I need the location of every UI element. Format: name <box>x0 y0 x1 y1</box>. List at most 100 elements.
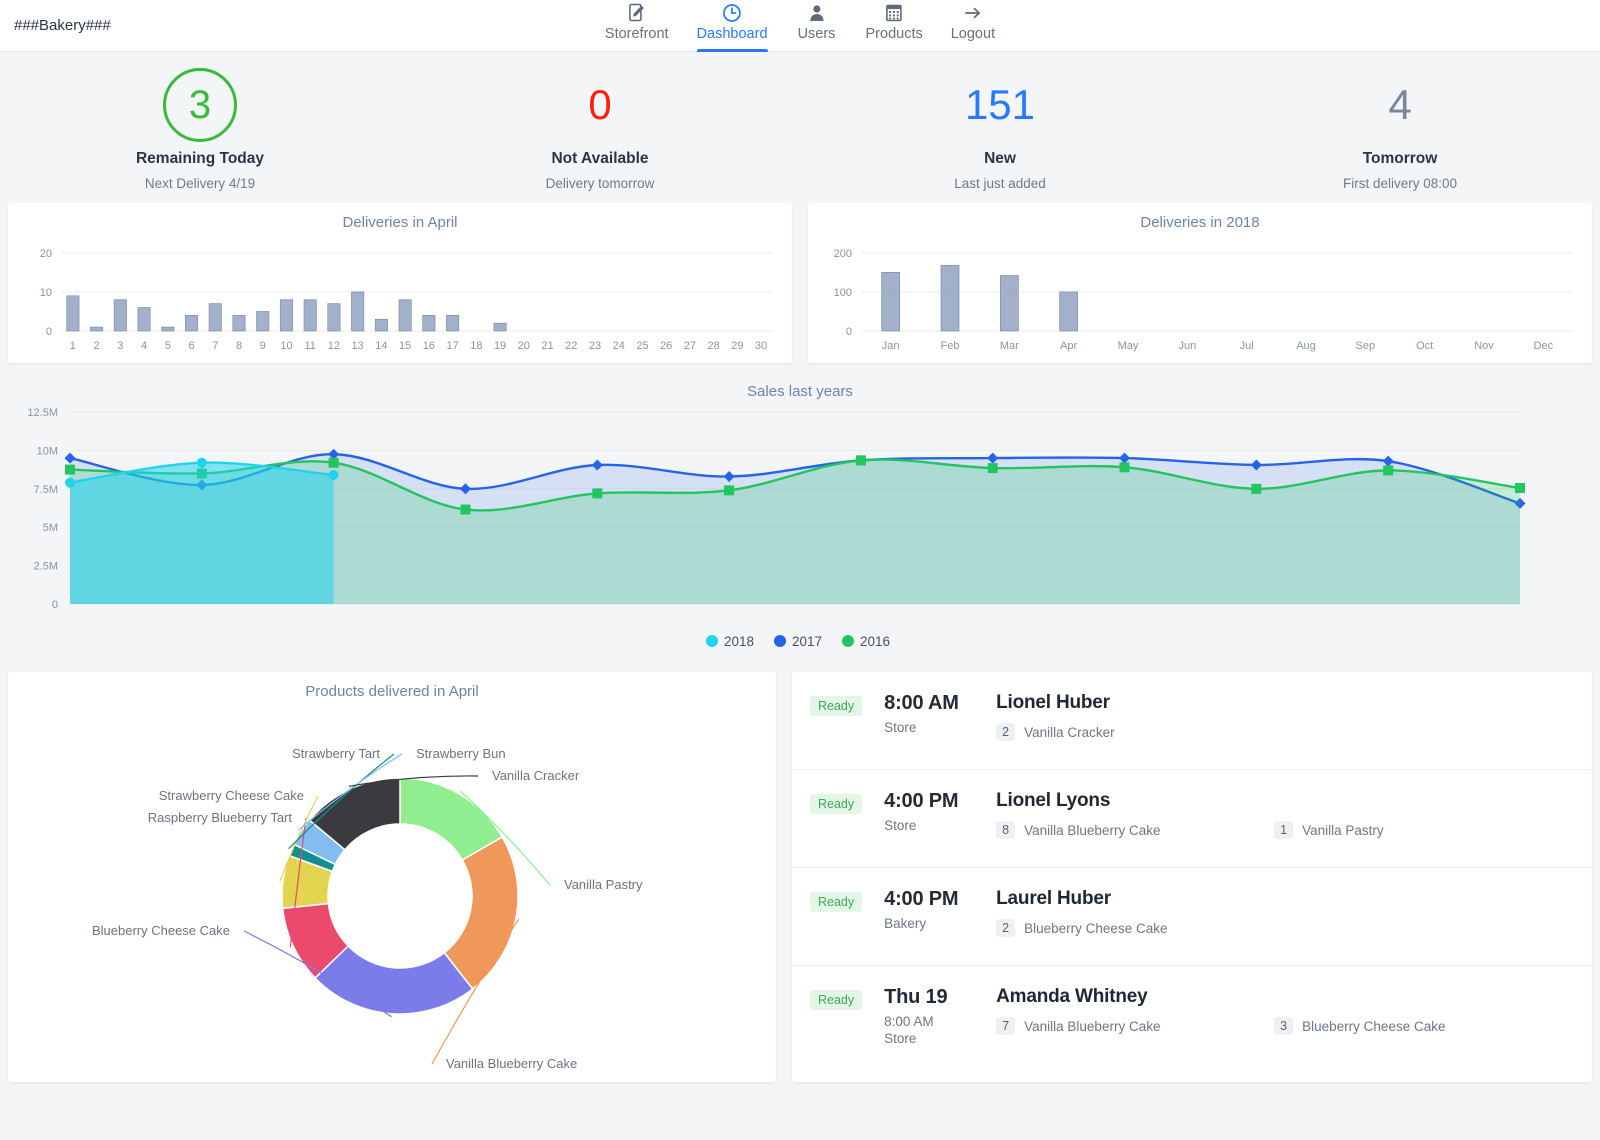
svg-text:1: 1 <box>70 340 76 352</box>
nav-item-logout[interactable]: Logout <box>937 0 1009 52</box>
donut-label: Blueberry Cheese Cake <box>92 923 230 938</box>
svg-text:0: 0 <box>846 326 852 338</box>
customer-name: Lionel Lyons <box>996 790 1574 812</box>
svg-text:0: 0 <box>52 599 58 611</box>
clock-icon <box>722 3 742 23</box>
brand-logo[interactable]: ###Bakery### <box>14 17 111 34</box>
nav-item-products[interactable]: Products <box>852 0 937 52</box>
delivery-time: Thu 19 <box>884 986 996 1009</box>
edit-icon <box>627 3 647 23</box>
stats-row: 3Remaining TodayNext Delivery 4/190Not A… <box>0 52 1600 203</box>
stat-subtitle: Last just added <box>800 176 1200 191</box>
donut-label: Raspberry Blueberry Tart <box>148 810 293 825</box>
svg-text:12.5M: 12.5M <box>27 407 58 419</box>
delivery-row[interactable]: Ready 8:00 AM StoreLionel Huber 2Vanilla Cr… <box>792 672 1592 770</box>
delivery-item: 1 Vanilla Pastry <box>1274 821 1552 839</box>
item-product: Vanilla Pastry <box>1302 823 1384 838</box>
item-quantity: 7 <box>996 1017 1015 1035</box>
svg-text:9: 9 <box>260 340 266 352</box>
legend-swatch <box>774 635 786 647</box>
item-quantity: 1 <box>1274 821 1293 839</box>
svg-text:Aug: Aug <box>1296 340 1316 352</box>
status-badge: Ready <box>810 696 862 716</box>
deliveries-april-card: Deliveries in April 01020123456789101112… <box>8 203 792 363</box>
deliveries-2018-card: Deliveries in 2018 0100200JanFebMarAprMa… <box>808 203 1592 363</box>
stat-title: New <box>800 150 1200 168</box>
svg-text:100: 100 <box>834 287 852 299</box>
svg-text:8: 8 <box>236 340 242 352</box>
delivery-location: 8:00 AM <box>884 1014 996 1029</box>
donut-label: Vanilla Pastry <box>564 877 643 892</box>
svg-text:7.5M: 7.5M <box>34 484 58 496</box>
svg-text:4: 4 <box>141 340 147 352</box>
deliveries-2018-chart: 0100200JanFebMarAprMayJunJulAugSepOctNov… <box>808 237 1592 357</box>
legend-label[interactable]: 2017 <box>792 634 822 649</box>
user-icon <box>807 3 827 23</box>
delivery-item: 3Blueberry Cheese Cake <box>1274 1017 1552 1035</box>
stat-card-0: 3Remaining TodayNext Delivery 4/19 <box>0 66 400 191</box>
svg-text:7: 7 <box>212 340 218 352</box>
svg-text:20: 20 <box>518 340 530 352</box>
delivery-items: 2 Blueberry Cheese Cake <box>996 919 1574 937</box>
delivery-location: Store <box>884 818 996 833</box>
svg-text:Jun: Jun <box>1178 340 1196 352</box>
svg-text:3: 3 <box>117 340 123 352</box>
legend-swatch <box>706 635 718 647</box>
delivery-row[interactable]: Ready4:00 PMStoreLionel Lyons8Vanilla Bl… <box>792 770 1592 868</box>
svg-text:6: 6 <box>188 340 194 352</box>
delivery-row[interactable]: ReadyThu 198:00 AMStoreAmanda Whitney7Va… <box>792 966 1592 1064</box>
status-badge: Ready <box>810 990 862 1010</box>
delivery-details: Lionel Huber 2Vanilla Cracker <box>996 692 1574 741</box>
svg-text:12: 12 <box>328 340 340 352</box>
legend-swatch <box>842 635 854 647</box>
delivery-items: 2Vanilla Cracker <box>996 723 1574 741</box>
donut-label: Strawberry Bun <box>416 746 506 761</box>
item-quantity: 8 <box>996 821 1015 839</box>
svg-text:5: 5 <box>165 340 171 352</box>
customer-name: Lionel Huber <box>996 692 1574 714</box>
svg-text:14: 14 <box>375 340 387 352</box>
svg-text:Feb: Feb <box>941 340 960 352</box>
svg-text:28: 28 <box>708 340 720 352</box>
item-product: Blueberry Cheese Cake <box>1024 921 1167 936</box>
svg-text:Jul: Jul <box>1240 340 1254 352</box>
item-quantity: 2 <box>996 723 1015 741</box>
stat-value: 0 <box>400 66 800 144</box>
nav-item-users[interactable]: Users <box>782 0 852 52</box>
item-product: Vanilla Blueberry Cake <box>1024 1019 1160 1034</box>
sales-legend[interactable]: 2018 2017 2016 <box>8 627 1592 655</box>
nav-item-storefront[interactable]: Storefront <box>591 0 683 52</box>
donut-label: Vanilla Blueberry Cake <box>446 1056 577 1071</box>
stat-value-circle: 3 <box>163 68 237 142</box>
products-donut-chart: Vanilla Pastry Vanilla Blueberry Cake Blue… <box>8 706 776 1078</box>
stat-card-1: 0Not AvailableDelivery tomorrow <box>400 66 800 191</box>
item-quantity: 2 <box>996 919 1015 937</box>
svg-text:5M: 5M <box>43 522 58 534</box>
calendar-icon <box>884 3 904 23</box>
svg-text:13: 13 <box>352 340 364 352</box>
bottom-row: Products delivered in April Vanilla Past… <box>0 660 1600 1092</box>
products-donut-title: Products delivered in April <box>8 672 776 706</box>
svg-text:May: May <box>1118 340 1139 352</box>
svg-text:0: 0 <box>46 326 52 338</box>
delivery-location: Store <box>884 720 996 735</box>
svg-text:10: 10 <box>280 340 292 352</box>
svg-text:10M: 10M <box>37 445 58 457</box>
svg-text:29: 29 <box>731 340 743 352</box>
svg-text:21: 21 <box>541 340 553 352</box>
delivery-item: 2Vanilla Cracker <box>996 723 1274 741</box>
delivery-items: 8 Vanilla Blueberry Cake 1 Vanilla Pastry <box>996 821 1574 839</box>
delivery-time: 8:00 AM <box>884 692 996 715</box>
legend-label[interactable]: 2018 <box>724 634 754 649</box>
stat-card-3: 4TomorrowFirst delivery 08:00 <box>1200 66 1600 191</box>
nav-item-label: Users <box>798 26 836 52</box>
item-quantity: 3 <box>1274 1017 1293 1035</box>
customer-name: Amanda Whitney <box>996 986 1574 1008</box>
arrow-right-icon <box>963 3 983 23</box>
delivery-row[interactable]: Ready4:00 PMBakeryLaurel Huber2Blueberry… <box>792 868 1592 966</box>
delivery-time-block: 4:00 PMBakery <box>884 888 996 931</box>
svg-text:26: 26 <box>660 340 672 352</box>
item-product: Vanilla Blueberry Cake <box>1024 823 1160 838</box>
legend-label[interactable]: 2016 <box>860 634 890 649</box>
nav-item-dashboard[interactable]: Dashboard <box>683 0 782 52</box>
